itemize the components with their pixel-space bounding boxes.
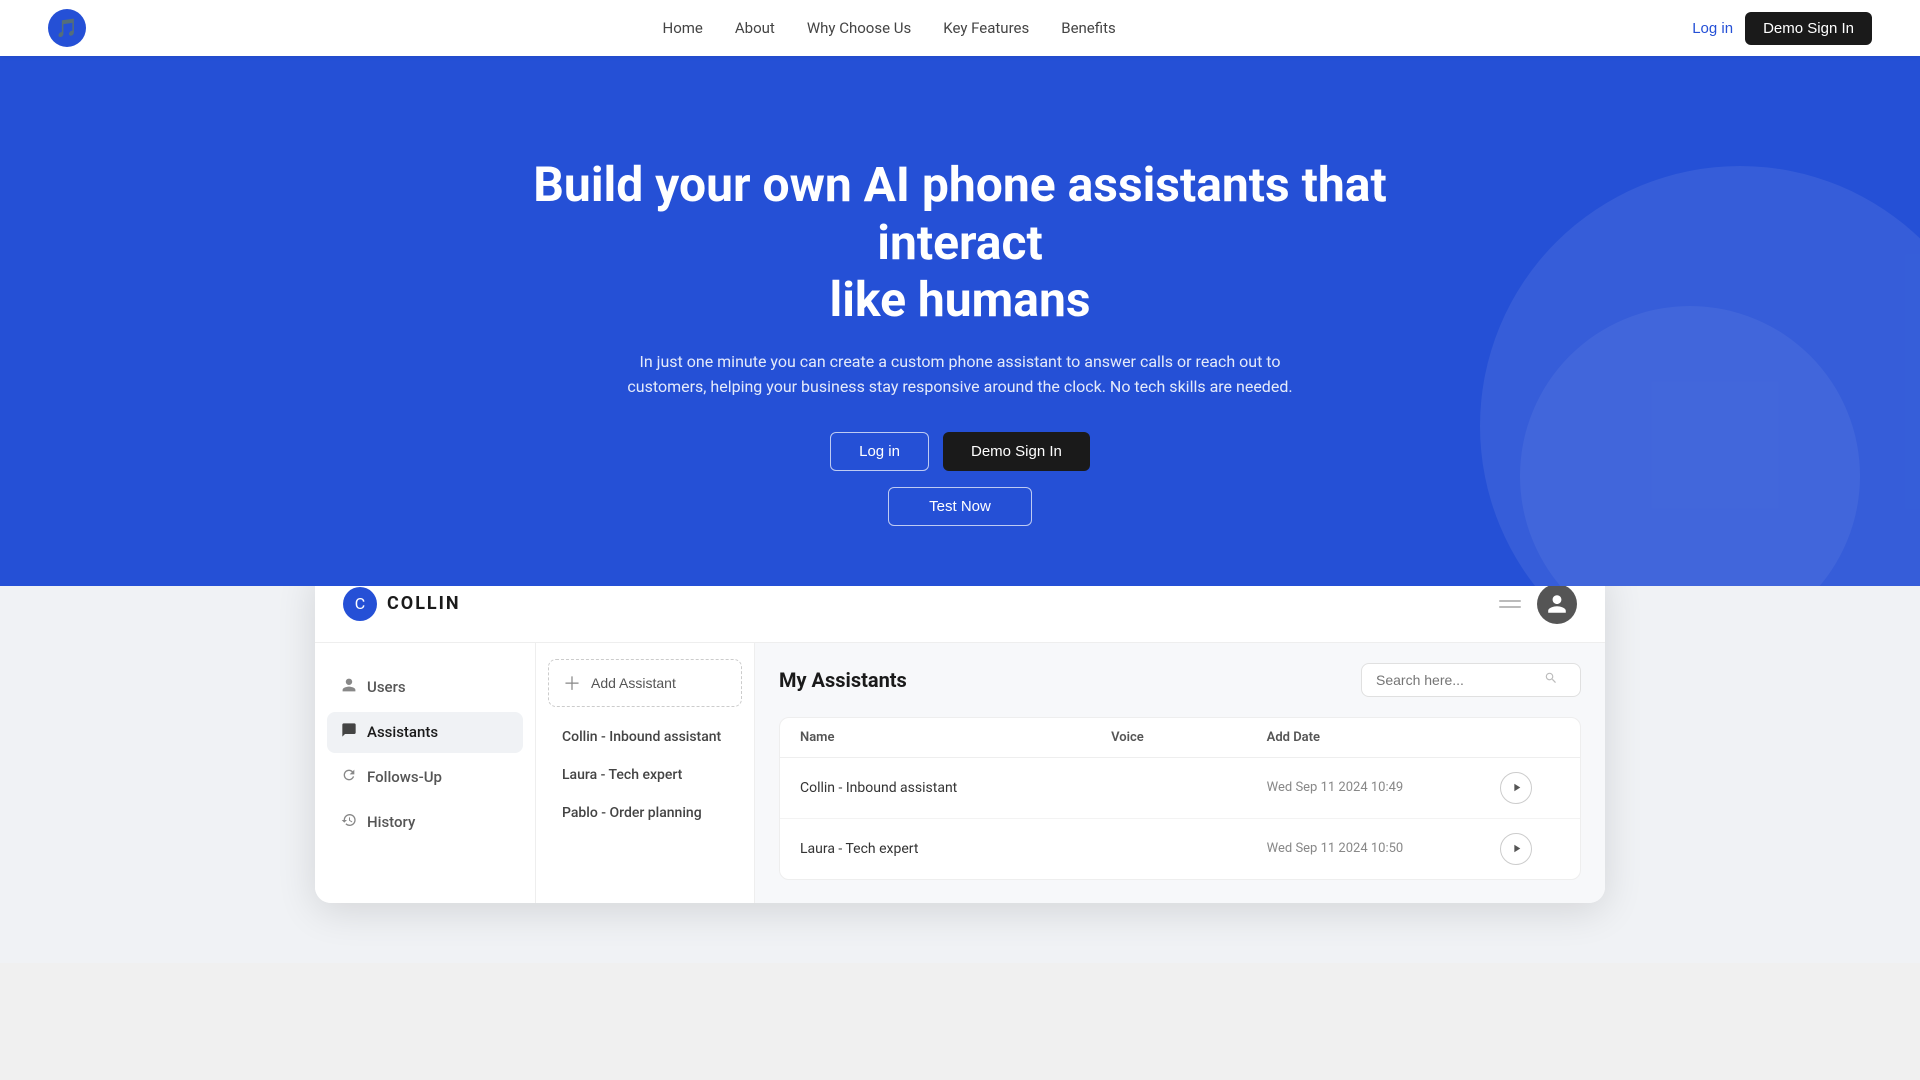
- nav-demo-button[interactable]: Demo Sign In: [1745, 12, 1872, 45]
- app-logo: C COLLIN: [343, 587, 461, 621]
- sidebar-label-assistants: Assistants: [367, 723, 438, 741]
- row2-date: Wed Sep 11 2024 10:50: [1267, 841, 1500, 856]
- sidebar-item-history[interactable]: History: [327, 802, 523, 843]
- main-content: My Assistants Name Voice Add Date: [755, 643, 1605, 903]
- table-header: Name Voice Add Date: [780, 718, 1580, 758]
- row1-play-button[interactable]: [1500, 772, 1532, 804]
- row1-date: Wed Sep 11 2024 10:49: [1267, 780, 1500, 795]
- app-preview-wrap: C COLLIN: [0, 586, 1920, 963]
- app-header-right: [1499, 584, 1577, 624]
- app-menu-icon[interactable]: [1499, 600, 1521, 608]
- hero-section: Build your own AI phone assistants that …: [0, 56, 1920, 586]
- sidebar-label-followsup: Follows-Up: [367, 768, 442, 786]
- sidebar: Users Assistants Follows-Up: [315, 643, 535, 903]
- assistant-item-laura[interactable]: Laura - Tech expert: [548, 757, 742, 793]
- nav-actions: Log in Demo Sign In: [1692, 12, 1872, 45]
- hero-buttons: Log in Demo Sign In: [830, 432, 1090, 471]
- nav-links: Home About Why Choose Us Key Features Be…: [663, 19, 1116, 37]
- sidebar-item-followsup[interactable]: Follows-Up: [327, 757, 523, 798]
- main-header: My Assistants: [779, 663, 1581, 697]
- nav-logo: 🎵: [48, 9, 86, 47]
- plus-icon: ＋: [563, 670, 581, 696]
- nav-benefits[interactable]: Benefits: [1061, 19, 1116, 37]
- sidebar-label-users: Users: [367, 678, 406, 696]
- navbar: 🎵 Home About Why Choose Us Key Features …: [0, 0, 1920, 56]
- users-icon: [341, 677, 357, 698]
- nav-why[interactable]: Why Choose Us: [807, 19, 911, 37]
- add-assistant-button[interactable]: ＋ Add Assistant: [548, 659, 742, 707]
- col-action: [1500, 730, 1560, 745]
- test-now-button[interactable]: Test Now: [888, 487, 1032, 526]
- main-title: My Assistants: [779, 668, 907, 692]
- nav-about[interactable]: About: [735, 19, 775, 37]
- assistant-item-pablo[interactable]: Pablo - Order planning: [548, 795, 742, 831]
- avatar[interactable]: [1537, 584, 1577, 624]
- assistant-list-panel: ＋ Add Assistant Collin - Inbound assista…: [535, 643, 755, 903]
- app-body: Users Assistants Follows-Up: [315, 643, 1605, 903]
- col-name: Name: [800, 730, 1111, 745]
- nav-login-button[interactable]: Log in: [1692, 20, 1733, 37]
- col-adddate: Add Date: [1267, 730, 1500, 745]
- row2-name: Laura - Tech expert: [800, 841, 1111, 857]
- search-icon: [1544, 671, 1558, 689]
- search-input[interactable]: [1376, 672, 1536, 688]
- hero-login-button[interactable]: Log in: [830, 432, 929, 471]
- hero-description: In just one minute you can create a cust…: [600, 349, 1320, 400]
- app-logo-text: COLLIN: [387, 593, 461, 614]
- assistants-table: Name Voice Add Date Collin - Inbound ass…: [779, 717, 1581, 880]
- sidebar-label-history: History: [367, 813, 415, 831]
- table-row: Laura - Tech expert Wed Sep 11 2024 10:5…: [780, 819, 1580, 879]
- sidebar-item-assistants[interactable]: Assistants: [327, 712, 523, 753]
- assistants-icon: [341, 722, 357, 743]
- hero-headline: Build your own AI phone assistants that …: [530, 156, 1390, 329]
- app-logo-icon: C: [343, 587, 377, 621]
- nav-home[interactable]: Home: [663, 19, 703, 37]
- search-wrap: [1361, 663, 1581, 697]
- logo-icon: 🎵: [48, 9, 86, 47]
- add-assistant-label: Add Assistant: [591, 675, 676, 691]
- followsup-icon: [341, 767, 357, 788]
- sidebar-item-users[interactable]: Users: [327, 667, 523, 708]
- app-window: C COLLIN: [315, 566, 1605, 903]
- hero-demo-button[interactable]: Demo Sign In: [943, 432, 1090, 471]
- menu-line-1: [1499, 600, 1521, 602]
- history-icon: [341, 812, 357, 833]
- assistant-item-collin[interactable]: Collin - Inbound assistant: [548, 719, 742, 755]
- menu-line-2: [1499, 606, 1521, 608]
- col-voice: Voice: [1111, 730, 1267, 745]
- row2-play-button[interactable]: [1500, 833, 1532, 865]
- table-row: Collin - Inbound assistant Wed Sep 11 20…: [780, 758, 1580, 819]
- row1-name: Collin - Inbound assistant: [800, 780, 1111, 796]
- nav-features[interactable]: Key Features: [943, 19, 1029, 37]
